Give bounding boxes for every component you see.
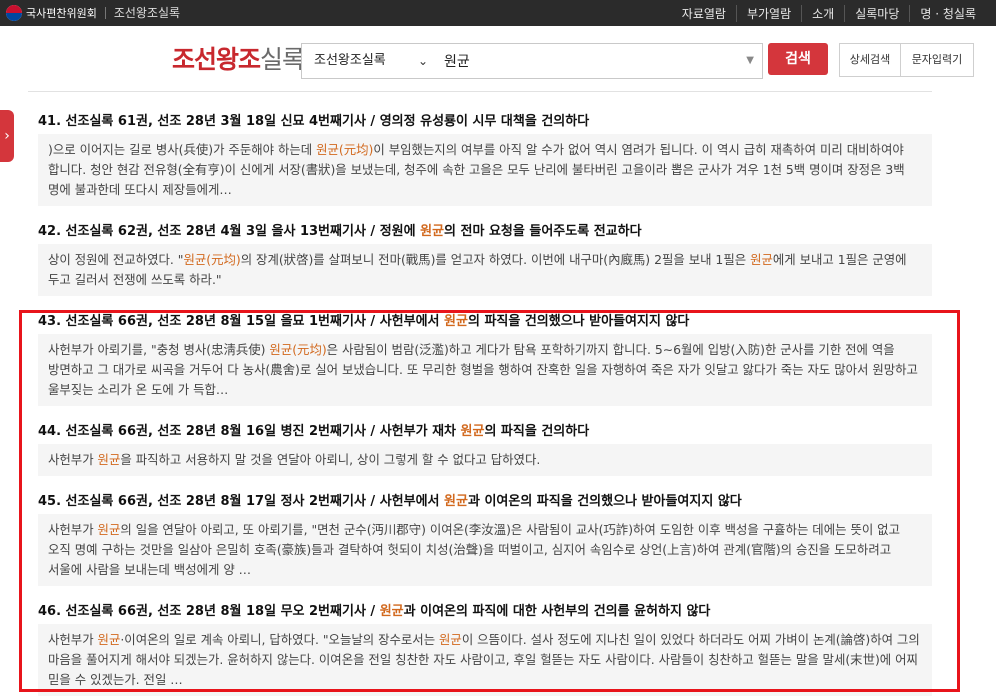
taegeuk-emblem-icon: [6, 4, 22, 21]
keyword-highlight: 원균: [97, 452, 121, 467]
snippet-text: 의 장계(狀啓)를 살펴보니 전마(戰馬)를 얻고자 하였다. 이번에 내구마(…: [240, 252, 751, 267]
result-snippet: 사헌부가 원균·이여온의 일로 계속 아뢰니, 답하였다. "오늘날의 장수로서…: [38, 624, 932, 696]
collection-select[interactable]: 조선왕조실록 ⌄: [302, 44, 444, 78]
result-title-link[interactable]: 45. 선조실록 66권, 선조 28년 8월 17일 정사 2번째기사 / 사…: [38, 492, 932, 512]
dropdown-caret-icon[interactable]: ▼: [746, 44, 754, 78]
result-item: 42. 선조실록 62권, 선조 28년 4월 3일 을사 13번째기사 / 정…: [38, 222, 932, 296]
search-input[interactable]: [442, 44, 726, 80]
search-button[interactable]: 검색: [768, 43, 828, 75]
title-text: 41. 선조실록 61권, 선조 28년 3월 18일 신묘 4번째기사 / 영…: [38, 114, 590, 129]
nav-item-community[interactable]: 실록마당: [844, 5, 909, 22]
keyword-highlight: 원균(元均): [269, 342, 327, 357]
result-title-link[interactable]: 44. 선조실록 66권, 선조 28년 8월 16일 병진 2번째기사 / 사…: [38, 422, 932, 442]
nav-item-ming-qing[interactable]: 명 · 청실록: [909, 5, 986, 22]
snippet-text: 사헌부가: [48, 632, 98, 647]
keyword-highlight: 원균(元均): [183, 252, 241, 267]
title-text: 과 이여온의 파직을 건의했으나 받아들여지지 않다: [467, 494, 742, 509]
title-text: 의 파직을 건의했으나 받아들여지지 않다: [467, 314, 690, 329]
divider: [104, 6, 106, 19]
top-bar: 국사편찬위원회 조선왕조실록 자료열람 부가열람 소개 실록마당 명 · 청실록: [0, 0, 996, 26]
keyword-highlight: 원균: [420, 224, 445, 239]
advanced-search-button[interactable]: 상세검색: [839, 43, 901, 77]
top-nav: 자료열람 부가열람 소개 실록마당 명 · 청실록: [672, 5, 986, 22]
result-item: 44. 선조실록 66권, 선조 28년 8월 16일 병진 2번째기사 / 사…: [38, 422, 932, 476]
result-snippet: 사헌부가 원균의 일을 연달아 아뢰고, 또 아뢰기를, "면천 군수(沔川郡守…: [38, 514, 932, 586]
keyword-highlight: 원균: [97, 522, 121, 537]
result-snippet: 사헌부가 아뢰기를, "충청 병사(忠淸兵使) 원균(元均)은 사람됨이 범람(…: [38, 334, 932, 406]
nav-item-browse[interactable]: 자료열람: [672, 5, 736, 22]
sidebar-toggle-button[interactable]: ›: [0, 110, 14, 162]
result-title-link[interactable]: 42. 선조실록 62권, 선조 28년 4월 3일 을사 13번째기사 / 정…: [38, 222, 932, 242]
chevron-right-icon: ›: [4, 128, 10, 144]
nav-item-extra[interactable]: 부가열람: [735, 5, 801, 22]
result-title-link[interactable]: 46. 선조실록 66권, 선조 28년 8월 18일 무오 2번째기사 / 원…: [38, 602, 932, 622]
result-title-link[interactable]: 43. 선조실록 66권, 선조 28년 8월 15일 을묘 1번째기사 / 사…: [38, 312, 932, 332]
collection-select-value: 조선왕조실록: [314, 53, 386, 68]
snippet-text: 을 파직하고 서용하지 말 것을 연달아 아뢰니, 상이 그렇게 할 수 없다고…: [120, 452, 541, 467]
brand-logo[interactable]: 조선왕조실록: [172, 40, 305, 76]
keyword-highlight: 원균: [97, 632, 121, 647]
title-text: 42. 선조실록 62권, 선조 28년 4월 3일 을사 13번째기사 / 정…: [38, 224, 421, 239]
result-item: 45. 선조실록 66권, 선조 28년 8월 17일 정사 2번째기사 / 사…: [38, 492, 932, 586]
org-logo[interactable]: 국사편찬위원회 조선왕조실록: [6, 4, 180, 21]
divider: [28, 91, 932, 92]
result-title-link[interactable]: 41. 선조실록 61권, 선조 28년 3월 18일 신묘 4번째기사 / 영…: [38, 112, 932, 132]
result-item: 46. 선조실록 66권, 선조 28년 8월 18일 무오 2번째기사 / 원…: [38, 602, 932, 696]
search-box: 조선왕조실록 ⌄ ▼: [301, 43, 763, 80]
title-text: 의 전마 요청을 들어주도록 전교하다: [444, 224, 642, 239]
title-text: 45. 선조실록 66권, 선조 28년 8월 17일 정사 2번째기사 / 사…: [38, 494, 445, 509]
snippet-text: 상이 정원에 전교하였다. ": [48, 252, 184, 267]
result-snippet: 사헌부가 원균을 파직하고 서용하지 말 것을 연달아 아뢰니, 상이 그렇게 …: [38, 444, 932, 476]
keyword-highlight: 원균: [439, 632, 462, 647]
keyword-highlight: 원균: [379, 604, 404, 619]
keyword-highlight: 원균: [444, 314, 468, 329]
title-text: 44. 선조실록 66권, 선조 28년 8월 16일 병진 2번째기사 / 사…: [38, 424, 461, 439]
snippet-text: 의 일을 연달아 아뢰고, 또 아뢰기를, "면천 군수(沔川郡守) 이여온(李…: [48, 522, 900, 577]
result-snippet: )으로 이어지는 길로 병사(兵使)가 주둔해야 하는데 원균(元均)이 부임했…: [38, 134, 932, 206]
result-item: 43. 선조실록 66권, 선조 28년 8월 15일 을묘 1번째기사 / 사…: [38, 312, 932, 406]
keyword-highlight: 원균: [460, 424, 485, 439]
nav-item-about[interactable]: 소개: [801, 5, 844, 22]
snippet-text: 사헌부가: [48, 452, 98, 467]
keyword-highlight: 원균: [444, 494, 468, 509]
header: 조선왕조실록 조선왕조실록 ⌄ ▼ 검색 상세검색 문자입력기: [0, 26, 996, 86]
keyword-highlight: 원균(元均): [316, 142, 374, 157]
org-name: 국사편찬위원회: [26, 6, 97, 20]
result-snippet: 상이 정원에 전교하였다. "원균(元均)의 장계(狀啓)를 살펴보니 전마(戰…: [38, 244, 932, 296]
snippet-text: )으로 이어지는 길로 병사(兵使)가 주둔해야 하는데: [48, 142, 317, 157]
results-list: 41. 선조실록 61권, 선조 28년 3월 18일 신묘 4번째기사 / 영…: [38, 112, 932, 696]
title-text: 의 파직을 건의하다: [484, 424, 590, 439]
keyword-highlight: 원균: [750, 252, 773, 267]
title-text: 43. 선조실록 66권, 선조 28년 8월 15일 을묘 1번째기사 / 사…: [38, 314, 445, 329]
character-input-button[interactable]: 문자입력기: [900, 43, 974, 77]
chevron-down-icon: ⌄: [418, 54, 429, 68]
title-text: 46. 선조실록 66권, 선조 28년 8월 18일 무오 2번째기사 /: [38, 604, 380, 619]
snippet-text: ·이여온의 일로 계속 아뢰니, 답하였다. "오늘날의 장수로서는: [120, 632, 440, 647]
snippet-text: 사헌부가: [48, 522, 98, 537]
site-name[interactable]: 조선왕조실록: [114, 4, 180, 21]
result-item: 41. 선조실록 61권, 선조 28년 3월 18일 신묘 4번째기사 / 영…: [38, 112, 932, 206]
snippet-text: 사헌부가 아뢰기를, "충청 병사(忠淸兵使): [48, 342, 270, 357]
title-text: 과 이여온의 파직에 대한 사헌부의 건의를 윤허하지 않다: [403, 604, 711, 619]
